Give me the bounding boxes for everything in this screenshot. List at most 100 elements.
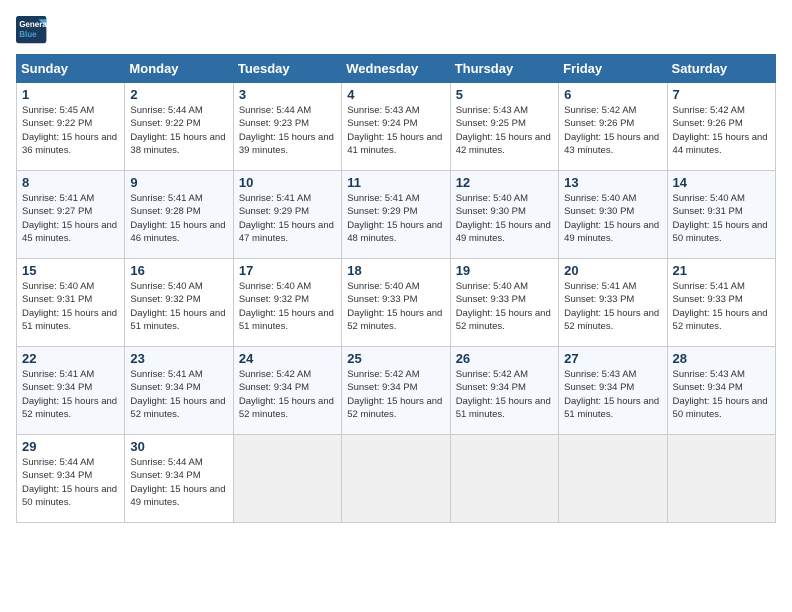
calendar-cell: 2 Sunrise: 5:44 AMSunset: 9:22 PMDayligh…	[125, 83, 233, 171]
header: General Blue	[16, 16, 776, 44]
day-number: 8	[22, 175, 119, 190]
day-info: Sunrise: 5:43 AMSunset: 9:24 PMDaylight:…	[347, 105, 442, 156]
calendar-cell: 10 Sunrise: 5:41 AMSunset: 9:29 PMDaylig…	[233, 171, 341, 259]
column-header-monday: Monday	[125, 55, 233, 83]
calendar-cell: 3 Sunrise: 5:44 AMSunset: 9:23 PMDayligh…	[233, 83, 341, 171]
day-info: Sunrise: 5:45 AMSunset: 9:22 PMDaylight:…	[22, 105, 117, 156]
day-number: 26	[456, 351, 553, 366]
day-info: Sunrise: 5:41 AMSunset: 9:33 PMDaylight:…	[673, 281, 768, 332]
calendar-cell: 8 Sunrise: 5:41 AMSunset: 9:27 PMDayligh…	[17, 171, 125, 259]
calendar: SundayMondayTuesdayWednesdayThursdayFrid…	[16, 54, 776, 523]
day-info: Sunrise: 5:41 AMSunset: 9:34 PMDaylight:…	[22, 369, 117, 420]
calendar-cell: 7 Sunrise: 5:42 AMSunset: 9:26 PMDayligh…	[667, 83, 775, 171]
day-number: 7	[673, 87, 770, 102]
calendar-cell: 21 Sunrise: 5:41 AMSunset: 9:33 PMDaylig…	[667, 259, 775, 347]
day-info: Sunrise: 5:44 AMSunset: 9:22 PMDaylight:…	[130, 105, 225, 156]
calendar-cell: 20 Sunrise: 5:41 AMSunset: 9:33 PMDaylig…	[559, 259, 667, 347]
day-number: 4	[347, 87, 444, 102]
day-number: 28	[673, 351, 770, 366]
svg-text:Blue: Blue	[19, 30, 37, 39]
day-info: Sunrise: 5:41 AMSunset: 9:29 PMDaylight:…	[239, 193, 334, 244]
calendar-cell: 1 Sunrise: 5:45 AMSunset: 9:22 PMDayligh…	[17, 83, 125, 171]
day-info: Sunrise: 5:42 AMSunset: 9:34 PMDaylight:…	[456, 369, 551, 420]
day-info: Sunrise: 5:43 AMSunset: 9:34 PMDaylight:…	[673, 369, 768, 420]
day-number: 19	[456, 263, 553, 278]
day-number: 23	[130, 351, 227, 366]
column-header-sunday: Sunday	[17, 55, 125, 83]
day-number: 22	[22, 351, 119, 366]
calendar-cell: 27 Sunrise: 5:43 AMSunset: 9:34 PMDaylig…	[559, 347, 667, 435]
day-info: Sunrise: 5:40 AMSunset: 9:30 PMDaylight:…	[564, 193, 659, 244]
day-info: Sunrise: 5:42 AMSunset: 9:26 PMDaylight:…	[564, 105, 659, 156]
calendar-cell: 26 Sunrise: 5:42 AMSunset: 9:34 PMDaylig…	[450, 347, 558, 435]
day-info: Sunrise: 5:40 AMSunset: 9:32 PMDaylight:…	[130, 281, 225, 332]
day-info: Sunrise: 5:40 AMSunset: 9:30 PMDaylight:…	[456, 193, 551, 244]
calendar-cell: 19 Sunrise: 5:40 AMSunset: 9:33 PMDaylig…	[450, 259, 558, 347]
calendar-cell: 11 Sunrise: 5:41 AMSunset: 9:29 PMDaylig…	[342, 171, 450, 259]
day-info: Sunrise: 5:40 AMSunset: 9:31 PMDaylight:…	[673, 193, 768, 244]
calendar-cell: 23 Sunrise: 5:41 AMSunset: 9:34 PMDaylig…	[125, 347, 233, 435]
day-info: Sunrise: 5:44 AMSunset: 9:34 PMDaylight:…	[22, 457, 117, 508]
day-number: 25	[347, 351, 444, 366]
calendar-cell: 24 Sunrise: 5:42 AMSunset: 9:34 PMDaylig…	[233, 347, 341, 435]
day-info: Sunrise: 5:40 AMSunset: 9:33 PMDaylight:…	[456, 281, 551, 332]
day-number: 24	[239, 351, 336, 366]
calendar-cell: 16 Sunrise: 5:40 AMSunset: 9:32 PMDaylig…	[125, 259, 233, 347]
column-header-thursday: Thursday	[450, 55, 558, 83]
day-number: 2	[130, 87, 227, 102]
calendar-cell: 9 Sunrise: 5:41 AMSunset: 9:28 PMDayligh…	[125, 171, 233, 259]
day-number: 21	[673, 263, 770, 278]
calendar-cell: 30 Sunrise: 5:44 AMSunset: 9:34 PMDaylig…	[125, 435, 233, 523]
calendar-week-5: 29 Sunrise: 5:44 AMSunset: 9:34 PMDaylig…	[17, 435, 776, 523]
calendar-cell	[450, 435, 558, 523]
calendar-cell: 6 Sunrise: 5:42 AMSunset: 9:26 PMDayligh…	[559, 83, 667, 171]
day-info: Sunrise: 5:43 AMSunset: 9:25 PMDaylight:…	[456, 105, 551, 156]
calendar-week-4: 22 Sunrise: 5:41 AMSunset: 9:34 PMDaylig…	[17, 347, 776, 435]
column-header-tuesday: Tuesday	[233, 55, 341, 83]
calendar-cell: 17 Sunrise: 5:40 AMSunset: 9:32 PMDaylig…	[233, 259, 341, 347]
calendar-cell	[559, 435, 667, 523]
day-number: 12	[456, 175, 553, 190]
calendar-cell: 22 Sunrise: 5:41 AMSunset: 9:34 PMDaylig…	[17, 347, 125, 435]
day-number: 11	[347, 175, 444, 190]
calendar-cell: 25 Sunrise: 5:42 AMSunset: 9:34 PMDaylig…	[342, 347, 450, 435]
calendar-cell	[342, 435, 450, 523]
calendar-week-2: 8 Sunrise: 5:41 AMSunset: 9:27 PMDayligh…	[17, 171, 776, 259]
column-header-friday: Friday	[559, 55, 667, 83]
calendar-cell: 15 Sunrise: 5:40 AMSunset: 9:31 PMDaylig…	[17, 259, 125, 347]
calendar-cell	[667, 435, 775, 523]
day-info: Sunrise: 5:42 AMSunset: 9:34 PMDaylight:…	[239, 369, 334, 420]
day-number: 17	[239, 263, 336, 278]
day-number: 9	[130, 175, 227, 190]
day-info: Sunrise: 5:41 AMSunset: 9:29 PMDaylight:…	[347, 193, 442, 244]
day-number: 30	[130, 439, 227, 454]
day-info: Sunrise: 5:44 AMSunset: 9:34 PMDaylight:…	[130, 457, 225, 508]
day-info: Sunrise: 5:40 AMSunset: 9:33 PMDaylight:…	[347, 281, 442, 332]
day-info: Sunrise: 5:41 AMSunset: 9:34 PMDaylight:…	[130, 369, 225, 420]
day-number: 29	[22, 439, 119, 454]
day-info: Sunrise: 5:41 AMSunset: 9:27 PMDaylight:…	[22, 193, 117, 244]
day-info: Sunrise: 5:42 AMSunset: 9:26 PMDaylight:…	[673, 105, 768, 156]
day-number: 10	[239, 175, 336, 190]
day-info: Sunrise: 5:40 AMSunset: 9:31 PMDaylight:…	[22, 281, 117, 332]
day-number: 3	[239, 87, 336, 102]
calendar-cell: 18 Sunrise: 5:40 AMSunset: 9:33 PMDaylig…	[342, 259, 450, 347]
day-number: 6	[564, 87, 661, 102]
calendar-cell: 12 Sunrise: 5:40 AMSunset: 9:30 PMDaylig…	[450, 171, 558, 259]
column-header-wednesday: Wednesday	[342, 55, 450, 83]
calendar-body: 1 Sunrise: 5:45 AMSunset: 9:22 PMDayligh…	[17, 83, 776, 523]
calendar-cell: 29 Sunrise: 5:44 AMSunset: 9:34 PMDaylig…	[17, 435, 125, 523]
day-info: Sunrise: 5:41 AMSunset: 9:28 PMDaylight:…	[130, 193, 225, 244]
day-number: 5	[456, 87, 553, 102]
day-number: 20	[564, 263, 661, 278]
day-info: Sunrise: 5:42 AMSunset: 9:34 PMDaylight:…	[347, 369, 442, 420]
calendar-cell: 13 Sunrise: 5:40 AMSunset: 9:30 PMDaylig…	[559, 171, 667, 259]
day-number: 16	[130, 263, 227, 278]
calendar-week-1: 1 Sunrise: 5:45 AMSunset: 9:22 PMDayligh…	[17, 83, 776, 171]
svg-text:General: General	[19, 20, 48, 29]
logo-icon: General Blue	[16, 16, 48, 44]
calendar-cell: 14 Sunrise: 5:40 AMSunset: 9:31 PMDaylig…	[667, 171, 775, 259]
day-number: 13	[564, 175, 661, 190]
column-header-saturday: Saturday	[667, 55, 775, 83]
calendar-header-row: SundayMondayTuesdayWednesdayThursdayFrid…	[17, 55, 776, 83]
